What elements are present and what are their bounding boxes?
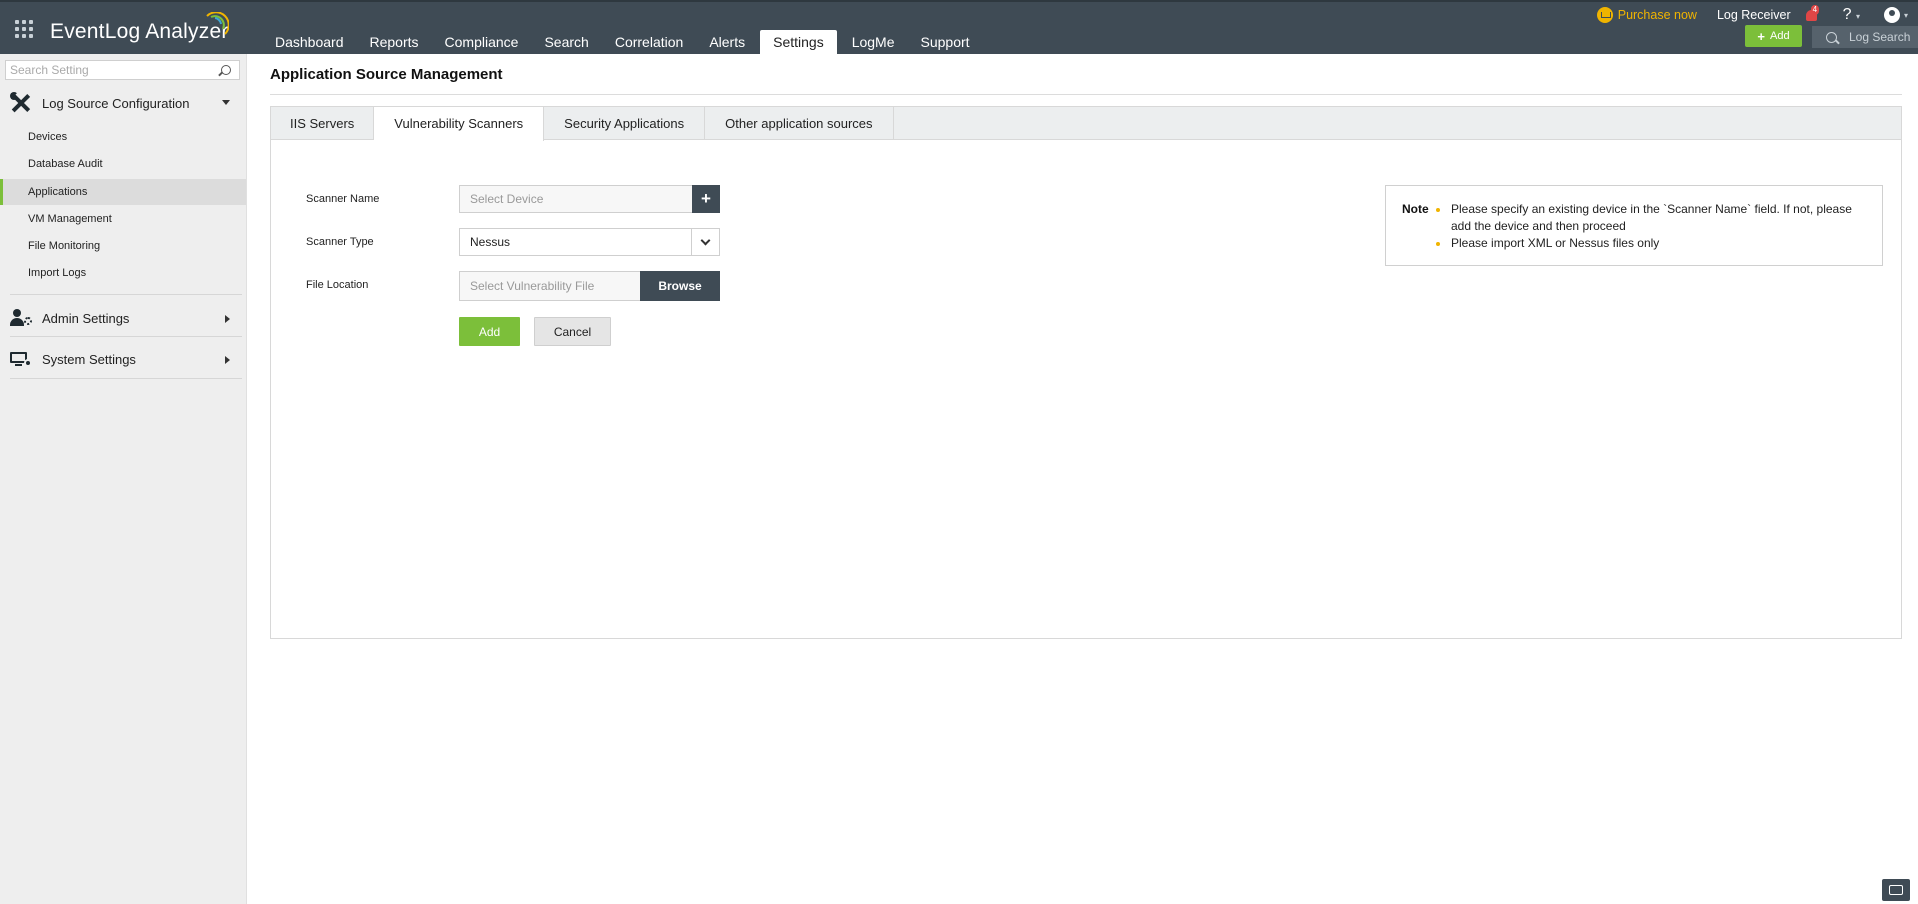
apps-grid-icon[interactable] (15, 20, 33, 38)
sidebar-item-database-audit[interactable]: Database Audit (0, 151, 246, 177)
caret-down-icon (222, 100, 230, 105)
nav-dashboard[interactable]: Dashboard (262, 30, 357, 56)
divider (10, 336, 242, 337)
section-label: System Settings (42, 351, 136, 367)
scanner-name-placeholder: Select Device (470, 192, 544, 206)
scanner-type-value: Nessus (470, 235, 511, 249)
tools-icon (10, 92, 32, 114)
scanner-name-field[interactable]: Select Device + (459, 185, 720, 213)
help-icon[interactable]: ? ▾ (1843, 6, 1860, 24)
divider (10, 294, 242, 295)
page-title: Application Source Management (270, 66, 503, 83)
top-bar: EventLog Analyzer Dashboard Reports Comp… (0, 0, 1918, 56)
note-item: Please specify an existing device in the… (1434, 201, 1864, 235)
file-location-placeholder: Select Vulnerability File (470, 279, 595, 293)
log-search-input[interactable]: Log Search (1812, 26, 1918, 48)
section-label: Log Source Configuration (42, 95, 190, 111)
sidebar-item-vm-management[interactable]: VM Management (0, 206, 246, 232)
nav-logme[interactable]: LogMe (839, 30, 908, 56)
nav-correlation[interactable]: Correlation (602, 30, 696, 56)
nav-search[interactable]: Search (531, 30, 601, 56)
user-menu-caret-icon[interactable]: ▾ (1904, 11, 1908, 20)
scanner-type-select[interactable]: Nessus (459, 228, 720, 256)
sidebar-item-devices[interactable]: Devices (0, 124, 246, 150)
header-add-label: Add (1770, 30, 1790, 42)
section-log-source-configuration[interactable]: Log Source Configuration (10, 88, 242, 118)
header-add-button[interactable]: + Add (1745, 25, 1802, 47)
divider (270, 94, 1902, 95)
add-button[interactable]: Add (459, 317, 520, 346)
logo-arc-icon (206, 12, 229, 35)
nav-compliance[interactable]: Compliance (432, 30, 532, 56)
chat-icon[interactable] (1882, 879, 1910, 901)
notification-bell-icon[interactable]: 4 (1805, 5, 1820, 22)
note-item: Please import XML or Nessus files only (1434, 235, 1864, 252)
file-location-label: File Location (306, 279, 369, 291)
nav-reports[interactable]: Reports (357, 30, 432, 56)
add-device-button[interactable]: + (692, 185, 720, 213)
notification-count-badge: 4 (1810, 5, 1820, 15)
scanner-panel: IIS Servers Vulnerability Scanners Secur… (270, 106, 1902, 639)
cancel-button[interactable]: Cancel (534, 317, 611, 346)
section-system-settings[interactable]: System Settings (10, 344, 242, 374)
nav-support[interactable]: Support (908, 30, 983, 56)
user-avatar-icon[interactable] (1883, 7, 1900, 23)
main-nav: Dashboard Reports Compliance Search Corr… (262, 30, 983, 56)
scanner-type-label: Scanner Type (306, 236, 374, 248)
note-list: Please specify an existing device in the… (1434, 201, 1864, 252)
system-settings-icon (10, 350, 32, 368)
divider (10, 378, 242, 379)
tab-other-application-sources[interactable]: Other application sources (705, 107, 894, 140)
tab-security-applications[interactable]: Security Applications (544, 107, 706, 140)
chevron-down-icon[interactable] (691, 229, 719, 255)
settings-sidebar: Log Source Configuration Devices Databas… (0, 54, 247, 904)
section-admin-settings[interactable]: Admin Settings (10, 303, 242, 333)
log-search-placeholder: Log Search (1849, 30, 1911, 44)
search-icon (1826, 31, 1837, 43)
file-location-field[interactable]: Select Vulnerability File Browse (459, 271, 720, 301)
note-box: Note Please specify an existing device i… (1385, 185, 1883, 266)
cart-icon (1596, 7, 1613, 23)
source-tabs: IIS Servers Vulnerability Scanners Secur… (271, 107, 1901, 141)
caret-right-icon (225, 315, 230, 323)
app-logo[interactable]: EventLog Analyzer (50, 20, 229, 46)
help-label: ? (1842, 6, 1852, 23)
search-icon[interactable] (221, 65, 231, 75)
sidebar-item-file-monitoring[interactable]: File Monitoring (0, 233, 246, 259)
sidebar-item-import-logs[interactable]: Import Logs (0, 260, 246, 286)
log-receiver-link[interactable]: Log Receiver (1717, 8, 1791, 22)
tab-iis-servers[interactable]: IIS Servers (271, 107, 375, 140)
caret-right-icon (225, 356, 230, 364)
scanner-name-label: Scanner Name (306, 193, 380, 205)
sidebar-item-applications[interactable]: Applications (0, 179, 246, 205)
tab-vulnerability-scanners[interactable]: Vulnerability Scanners (374, 107, 545, 141)
browse-button[interactable]: Browse (640, 271, 720, 301)
note-title: Note (1402, 202, 1429, 216)
section-label: Admin Settings (42, 310, 130, 326)
purchase-label: Purchase now (1617, 8, 1697, 22)
settings-search (5, 60, 240, 80)
purchase-now-link[interactable]: Purchase now (1596, 7, 1697, 23)
admin-settings-icon (10, 309, 32, 327)
nav-settings[interactable]: Settings (760, 30, 837, 56)
plus-icon: + (1757, 28, 1765, 44)
settings-search-input[interactable] (6, 61, 221, 79)
nav-alerts[interactable]: Alerts (696, 30, 758, 56)
